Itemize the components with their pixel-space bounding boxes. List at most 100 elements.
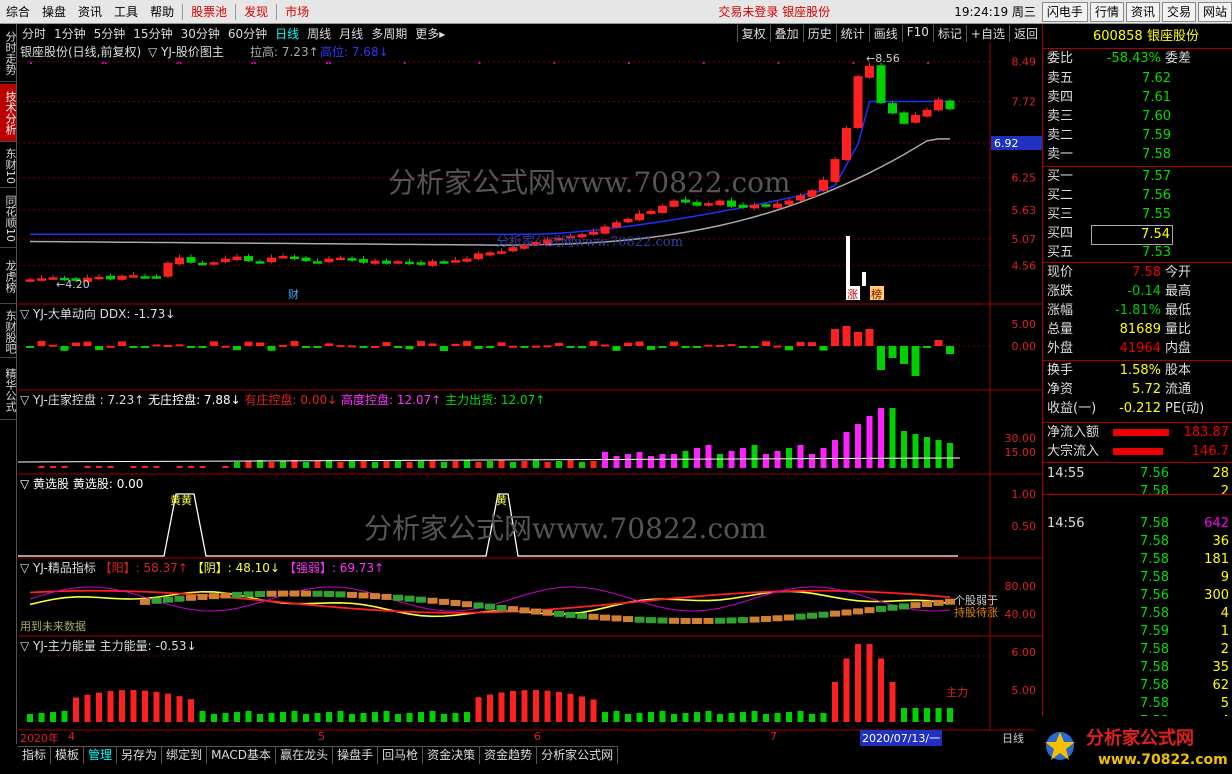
energy-bar	[636, 713, 643, 722]
top-right-button[interactable]: 交易	[1161, 1, 1196, 22]
energy-bar	[924, 708, 930, 722]
energy-axis-label: 5.00	[1012, 684, 1037, 697]
price-axis-label: 7.72	[1012, 96, 1037, 109]
left-tab[interactable]: 精华公式	[0, 360, 17, 420]
top-right-button[interactable]: 行情	[1089, 1, 1124, 22]
label: 卖五	[1047, 71, 1074, 86]
menu-item-red[interactable]: 发现	[238, 1, 274, 23]
toolbar-button[interactable]: 标记	[932, 24, 966, 42]
jingpin-band	[151, 597, 162, 604]
bottom-tab[interactable]: 赢在龙头	[276, 747, 334, 764]
left-tab[interactable]: 技术分析	[0, 84, 17, 142]
jingpin-band	[910, 602, 921, 609]
energy-bar	[188, 699, 194, 722]
ddx-bar	[72, 342, 80, 346]
energy-bar	[889, 682, 896, 722]
top-right-button[interactable]: 闪电手	[1041, 1, 1088, 22]
zhuang-bar	[337, 462, 344, 468]
date-mode[interactable]: 日线	[1002, 730, 1024, 746]
jingpin-band	[266, 590, 277, 597]
bottom-tab[interactable]: 模板	[51, 747, 85, 764]
menu-item[interactable]: 资讯	[72, 1, 108, 23]
ddx-bar	[382, 342, 391, 346]
date-label: 5	[318, 730, 325, 743]
price-axis-label: 5.07	[1012, 233, 1037, 246]
menu-item[interactable]: 帮助	[144, 1, 180, 23]
period-option[interactable]: 60分钟	[224, 25, 271, 42]
period-option[interactable]: 更多▸	[411, 25, 449, 42]
jingpin-band	[703, 617, 714, 624]
period-option[interactable]: 周线	[303, 25, 335, 42]
jingpin-band	[450, 600, 461, 607]
label: 总量	[1047, 322, 1074, 337]
period-option[interactable]: 30分钟	[177, 25, 224, 42]
bottom-tab[interactable]: MACD基本	[207, 747, 277, 764]
period-option[interactable]: 5分钟	[90, 25, 130, 42]
login-status: 交易未登录 银座股份	[718, 4, 831, 19]
energy-bar	[130, 690, 137, 722]
menu-item[interactable]: 综合	[0, 1, 36, 23]
period-option[interactable]: 日线	[271, 25, 303, 42]
left-tab[interactable]: 同花顺10	[0, 190, 17, 248]
tick-row: 7.58 9	[1043, 569, 1232, 587]
toolbar-button[interactable]: 返回	[1008, 24, 1042, 42]
left-tab[interactable]: 龙虎榜	[0, 250, 17, 304]
period-option[interactable]: 1分钟	[50, 25, 90, 42]
ddx-bar	[716, 345, 724, 348]
top-right-button[interactable]: 网站	[1197, 1, 1232, 22]
toolbar-button[interactable]: F10	[901, 24, 933, 42]
ddx-bar	[118, 341, 126, 346]
stat-value: 81689	[1119, 322, 1161, 337]
toolbar-button[interactable]: +自选	[965, 24, 1009, 42]
bottom-tab[interactable]: 分析家公式网	[537, 747, 619, 764]
ddx-bar	[681, 346, 690, 348]
energy-bar	[682, 713, 689, 722]
bottom-tab[interactable]: 资金决策	[423, 747, 481, 764]
left-tab[interactable]: 东财10	[0, 144, 17, 188]
toolbar-button[interactable]: 画线	[868, 24, 902, 42]
menu-item-red[interactable]: 股票池	[185, 1, 233, 23]
tick-time: 14:55	[1047, 466, 1085, 481]
toolbar-button[interactable]: 统计	[835, 24, 869, 42]
energy-bar	[590, 699, 597, 722]
left-tab[interactable]: 东财股吧	[0, 306, 17, 358]
energy-bar	[73, 697, 79, 722]
jingpin-band	[519, 607, 530, 614]
menu-item[interactable]: 工具	[108, 1, 144, 23]
ask-price: 7.58	[1142, 147, 1171, 162]
period-option[interactable]: 多周期	[367, 25, 411, 42]
energy-bar	[763, 714, 769, 722]
bottom-tab[interactable]: 回马枪	[378, 747, 424, 764]
jingpin-axis-label: 40.00	[1005, 608, 1037, 621]
top-right-button[interactable]: 资讯	[1125, 1, 1160, 22]
period-option[interactable]: 分时	[18, 25, 50, 42]
left-tab[interactable]: 分时走势	[0, 24, 17, 82]
event-marker-zhang: 涨	[847, 288, 858, 301]
top-marker	[553, 62, 556, 64]
zhuang-bar	[751, 445, 758, 468]
toolbar-button[interactable]: 叠加	[769, 24, 803, 42]
menu-bar: 综合 操盘 资讯 工具 帮助 股票池 发现 市场 交易未登录 银座股份 19:24:19 周三 闪电…	[0, 0, 1232, 24]
candle-body	[738, 204, 748, 208]
toolbar-button[interactable]: 复权	[736, 24, 770, 42]
tick-row: 7.58 4	[1043, 605, 1232, 623]
candle-body	[163, 262, 173, 277]
bottom-tab[interactable]: 管理	[84, 747, 118, 764]
period-option[interactable]: 月线	[335, 25, 367, 42]
bottom-tab[interactable]: 操盘手	[333, 747, 379, 764]
candle-body	[646, 210, 656, 215]
period-option[interactable]: 15分钟	[129, 25, 176, 42]
bottom-tab[interactable]: 另存为	[117, 747, 163, 764]
toolbar-button[interactable]: 历史	[802, 24, 836, 42]
bottom-tab[interactable]: 绑定到	[162, 747, 208, 764]
menu-item-red[interactable]: 市场	[279, 1, 315, 23]
bottom-tab[interactable]: 资金趋势	[480, 747, 538, 764]
menu-item[interactable]: 操盘	[36, 1, 72, 23]
chart-area[interactable]: 8.497.726.926.255.635.074.566.92←8.56←4.…	[18, 42, 1042, 744]
ddx-bar	[589, 341, 598, 346]
zhuang-bar	[912, 434, 919, 468]
bottom-tab[interactable]: 指标	[18, 747, 52, 764]
menu-separator	[182, 3, 184, 20]
label: 量比	[1165, 322, 1192, 337]
top-marker	[852, 62, 855, 64]
